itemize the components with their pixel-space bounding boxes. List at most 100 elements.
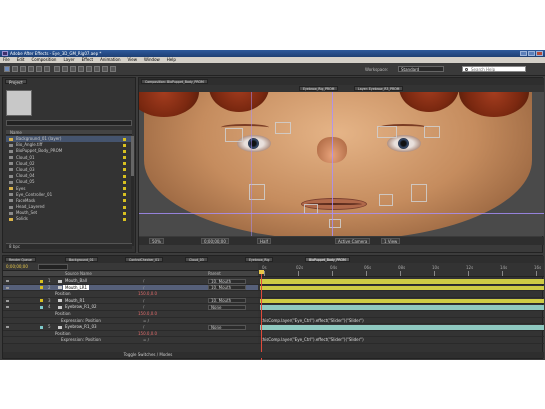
layer-switches[interactable]: ∕: [143, 324, 144, 330]
label-color-swatch[interactable]: [123, 137, 126, 141]
timeline-timecode[interactable]: 0;00;00;00: [6, 264, 28, 270]
maximize-button[interactable]: [528, 51, 535, 56]
label-color-swatch[interactable]: [123, 217, 126, 221]
project-search-input[interactable]: [6, 120, 132, 126]
expression-switches[interactable]: = ∕: [143, 318, 149, 324]
property-row[interactable]: Expression: Position = ∕: [3, 317, 258, 325]
parent-header[interactable]: Parent: [208, 271, 221, 277]
label-color-swatch[interactable]: [40, 325, 43, 329]
pen-tool-icon[interactable]: [62, 66, 68, 72]
parent-select[interactable]: 10. Mouth: [208, 298, 246, 304]
time-ruler[interactable]: 0s 02s 04s 06s 08s 10s 12s 14s 16s: [258, 263, 544, 277]
label-color-swatch[interactable]: [123, 193, 126, 197]
guide-vertical[interactable]: [251, 92, 252, 236]
layer-name[interactable]: Eyebrow_R1_03: [65, 324, 97, 330]
label-color-swatch[interactable]: [123, 168, 126, 172]
property-row[interactable]: Position 150.0,0.0: [3, 291, 258, 298]
timeline-tab[interactable]: ControlChecker_01: [125, 257, 164, 262]
parent-select[interactable]: None: [208, 304, 246, 310]
visibility-eye-icon[interactable]: [6, 326, 9, 329]
layer-handle[interactable]: [329, 219, 341, 228]
label-color-swatch[interactable]: [123, 199, 126, 203]
property-row[interactable]: Position 150.0,0.0: [3, 310, 258, 318]
layer-switches[interactable]: ∕: [143, 304, 144, 310]
layer-name[interactable]: Mouth_R1: [65, 298, 85, 304]
label-color-swatch[interactable]: [40, 286, 43, 290]
layer-row[interactable]: 4 Eyebrow_R1_02 ∕ None: [3, 304, 258, 311]
puppet-tool-icon[interactable]: [110, 66, 116, 72]
project-item[interactable]: Solids: [6, 216, 132, 222]
property-row[interactable]: Expression: Position = ∕: [3, 337, 258, 344]
track-row[interactable]: [258, 304, 544, 311]
layer-handle[interactable]: [411, 184, 427, 202]
parent-select[interactable]: 10. Mouth: [208, 278, 246, 284]
label-color-swatch[interactable]: [123, 205, 126, 209]
layer-name[interactable]: Eyebrow_R1_02: [65, 304, 97, 310]
parent-select[interactable]: None: [208, 324, 246, 330]
expression-text[interactable]: thisComp.layer("Eye_Ctrl").effect("Slide…: [261, 337, 364, 343]
label-color-swatch[interactable]: [123, 174, 126, 178]
track-row[interactable]: thisComp.layer("Eye_Ctrl").effect("Slide…: [258, 337, 544, 344]
mask-tool-icon[interactable]: [54, 66, 60, 72]
timeline-tab[interactable]: Cloud_03: [185, 257, 208, 262]
timeline-tab[interactable]: Eyebrow_Rig: [245, 257, 274, 262]
composition-viewport[interactable]: [139, 92, 544, 236]
workspace-select[interactable]: Standard: [398, 66, 444, 72]
rotate-tool-icon[interactable]: [28, 66, 34, 72]
layer-row[interactable]: 3 Mouth_R1 ∕ 10. Mouth: [3, 297, 258, 305]
property-value[interactable]: 150.0,0.0: [138, 331, 157, 337]
layer-switches[interactable]: ∕: [143, 278, 144, 284]
label-color-swatch[interactable]: [40, 279, 43, 283]
layer-duration-bar[interactable]: [260, 298, 544, 304]
property-value[interactable]: 150.0,0.0: [138, 311, 157, 317]
layer-name[interactable]: Mouth_LR1: [63, 285, 90, 291]
breadcrumb-eyebrow-rig[interactable]: Eyebrow_Rig_PROM: [299, 86, 339, 91]
label-color-swatch[interactable]: [123, 149, 126, 153]
layer-handle[interactable]: [275, 122, 291, 134]
minimize-button[interactable]: [520, 51, 527, 56]
label-color-swatch[interactable]: [40, 299, 43, 303]
resolution-select[interactable]: Half: [257, 238, 271, 244]
label-color-swatch[interactable]: [123, 180, 126, 184]
property-value[interactable]: 150.0,0.0: [138, 291, 157, 297]
layer-switches[interactable]: ∕: [143, 285, 144, 291]
visibility-eye-icon[interactable]: [6, 286, 9, 289]
track-row[interactable]: [258, 285, 544, 292]
expression-switches[interactable]: = ∕: [143, 337, 149, 343]
track-row[interactable]: [258, 298, 544, 305]
layer-handle[interactable]: [377, 126, 397, 138]
search-help-input[interactable]: Search Help: [462, 66, 526, 72]
layer-row[interactable]: 5 Eyebrow_R1_03 ∕ None: [3, 324, 258, 331]
layer-row[interactable]: 2 Mouth_LR1 ∕ 10. Mouth: [3, 284, 258, 292]
layer-handle[interactable]: [379, 194, 393, 206]
bit-depth-button[interactable]: 8 bpc: [9, 244, 20, 249]
view-layout-select[interactable]: 1 View: [381, 238, 401, 244]
project-column-name[interactable]: Name: [6, 130, 132, 135]
expression-text[interactable]: thisComp.layer("Eye_Ctrl").effect("Slide…: [261, 318, 364, 324]
visibility-eye-icon[interactable]: [6, 280, 9, 282]
layer-row[interactable]: 1 Mouth_Ball ∕ 10. Mouth: [3, 278, 258, 285]
camera-select[interactable]: Active Camera: [335, 238, 371, 244]
label-color-swatch[interactable]: [40, 305, 43, 309]
label-color-swatch[interactable]: [123, 211, 126, 215]
property-row[interactable]: Position 150.0,0.0: [3, 330, 258, 338]
toggle-switches-modes[interactable]: Toggle Switches / Modes: [118, 352, 178, 358]
hand-tool-icon[interactable]: [12, 66, 18, 72]
timeline-tab[interactable]: BioPuppet_Body_PROM: [305, 257, 350, 262]
timeline-tab[interactable]: Render Queue: [5, 257, 36, 262]
viewer-timecode[interactable]: 0;00;00;00: [201, 238, 229, 244]
track-row[interactable]: [258, 331, 544, 338]
parent-select[interactable]: 10. Mouth: [208, 285, 246, 291]
layer-name[interactable]: Mouth_Ball: [65, 278, 87, 284]
track-row[interactable]: [258, 324, 544, 331]
breadcrumb-layer[interactable]: Layer: Eyebrow_R3_PROM: [354, 86, 404, 91]
label-color-swatch[interactable]: [123, 156, 126, 160]
track-row[interactable]: thisComp.layer("Eye_Ctrl").effect("Slide…: [258, 318, 544, 325]
layer-duration-bar[interactable]: [260, 279, 544, 284]
camera-tool-icon[interactable]: [36, 66, 42, 72]
source-name-header[interactable]: Source Name: [65, 271, 92, 277]
label-color-swatch[interactable]: [123, 143, 126, 147]
layer-duration-bar[interactable]: [260, 305, 544, 310]
visibility-eye-icon[interactable]: [6, 306, 9, 309]
zoom-tool-icon[interactable]: [20, 66, 26, 72]
